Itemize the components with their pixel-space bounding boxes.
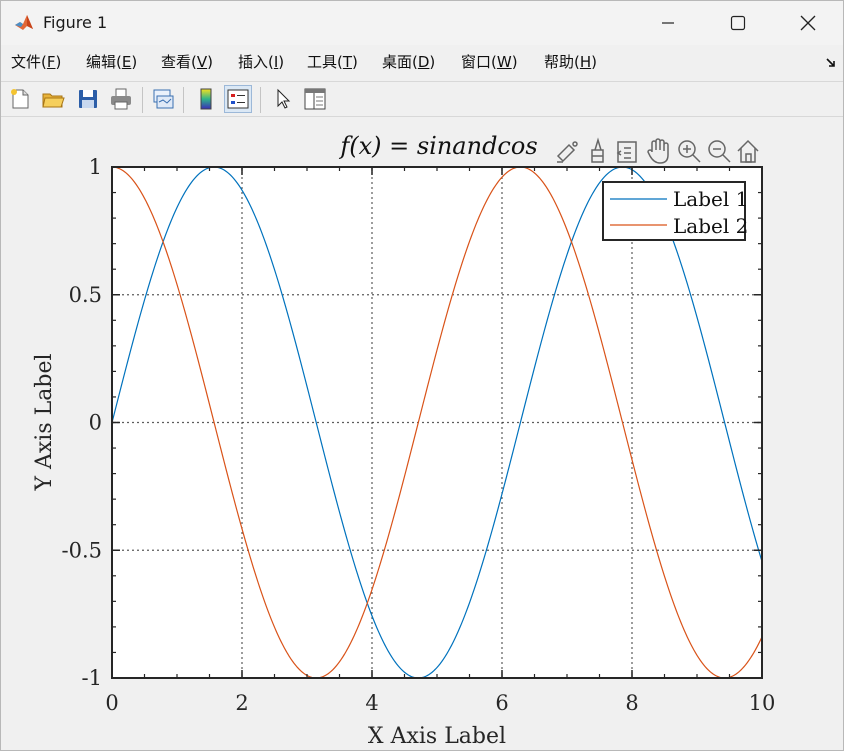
home-icon[interactable]: [737, 139, 759, 163]
y-tick-label: 1: [89, 155, 102, 179]
y-tick-label: 0.5: [69, 283, 102, 307]
menu-tools[interactable]: 工具(T): [307, 51, 358, 72]
legend-label-1: Label 1: [673, 187, 748, 211]
menu-file[interactable]: 文件(F): [11, 51, 61, 72]
brush-icon[interactable]: [556, 141, 578, 163]
figure-window: Figure 1 文件(F) 编辑(E) 查看(V) 插入(I) 工具(T) 桌…: [0, 0, 844, 751]
maximize-icon: [730, 15, 746, 31]
y-axis-label: Y Axis Label: [32, 354, 57, 492]
matlab-logo-icon: [15, 15, 33, 30]
minimize-button[interactable]: [633, 1, 703, 45]
toolbar-separator: [142, 87, 143, 113]
colorbar-button[interactable]: [192, 85, 220, 113]
link-plot-icon: [153, 89, 174, 109]
y-tick-label: -1: [82, 666, 102, 690]
menu-view[interactable]: 查看(V): [161, 51, 213, 72]
save-icon: [79, 90, 97, 108]
plot-svg: 0 2 4 6 8 10 1 0.5 0 -0.5 -1 f(x) = sinandcos X Ax…: [32, 132, 776, 749]
title-bar[interactable]: Figure 1: [1, 1, 843, 45]
open-file-button[interactable]: [39, 85, 67, 113]
close-button[interactable]: [773, 1, 843, 45]
toolbar-separator: [183, 87, 184, 113]
legend-label-2: Label 2: [673, 214, 748, 238]
maximize-button[interactable]: [703, 1, 773, 45]
pan-icon[interactable]: [647, 138, 669, 164]
figure-toolbar: [1, 81, 843, 117]
y-tick-label: 0: [89, 411, 102, 435]
axes-toolbar: [556, 137, 759, 164]
legend-icon: [227, 89, 249, 109]
minimize-icon: [662, 22, 674, 24]
property-inspector-button[interactable]: [301, 85, 329, 113]
window-title: Figure 1: [43, 13, 108, 32]
legend[interactable]: Label 1 Label 2: [602, 181, 748, 241]
print-button[interactable]: [107, 85, 135, 113]
new-figure-icon: [11, 89, 29, 109]
x-tick-label: 0: [105, 691, 118, 715]
new-figure-button[interactable]: [6, 85, 34, 113]
restore-icon[interactable]: [616, 141, 637, 163]
menu-insert[interactable]: 插入(I): [238, 51, 284, 72]
x-tick-label: 8: [625, 691, 638, 715]
x-tick-label: 4: [365, 691, 378, 715]
toolbar-separator: [260, 87, 261, 113]
colorbar-icon: [200, 88, 212, 110]
close-icon: [800, 15, 816, 31]
save-button[interactable]: [74, 85, 102, 113]
zoom-out-icon[interactable]: [708, 140, 731, 163]
open-file-icon: [42, 93, 65, 108]
dock-arrow-icon[interactable]: [825, 57, 837, 69]
x-axis-label: X Axis Label: [368, 724, 506, 749]
menu-window[interactable]: 窗口(W): [461, 51, 518, 72]
menu-bar: 文件(F) 编辑(E) 查看(V) 插入(I) 工具(T) 桌面(D) 窗口(W…: [1, 47, 843, 77]
link-plot-button[interactable]: [149, 85, 177, 113]
chart-title: f(x) = sinandcos: [338, 132, 537, 160]
property-inspector-icon: [304, 88, 326, 110]
y-tick-label: -0.5: [62, 538, 103, 562]
x-tick-label: 10: [749, 691, 776, 715]
print-icon: [111, 88, 131, 110]
menu-desktop[interactable]: 桌面(D): [382, 51, 435, 72]
zoom-in-icon[interactable]: [678, 140, 701, 163]
menu-edit[interactable]: 编辑(E): [86, 51, 137, 72]
pointer-button[interactable]: [269, 85, 297, 113]
x-tick-label: 2: [235, 691, 248, 715]
menu-help[interactable]: 帮助(H): [544, 51, 597, 72]
figure-canvas: 0 2 4 6 8 10 1 0.5 0 -0.5 -1 f(x) = sinandcos X Ax…: [1, 118, 843, 750]
data-tips-icon[interactable]: [591, 137, 604, 163]
x-tick-label: 6: [495, 691, 508, 715]
legend-button[interactable]: [224, 85, 252, 113]
pointer-icon: [277, 88, 291, 109]
